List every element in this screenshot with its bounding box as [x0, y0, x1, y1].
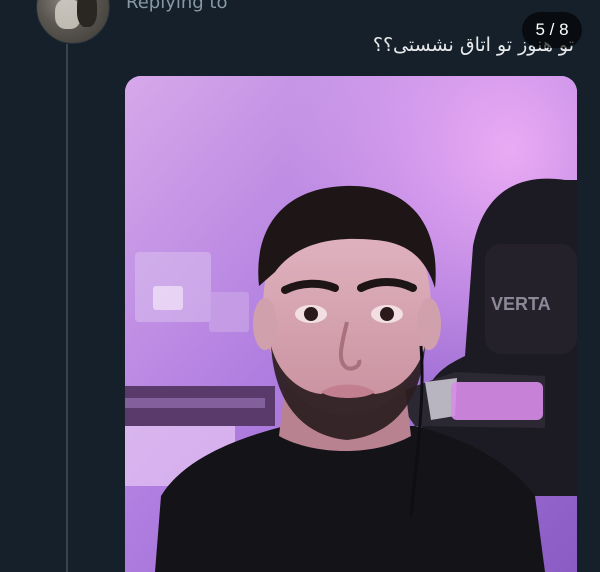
photo-illustration: VERTA	[125, 76, 577, 572]
replying-to-label: Replying to	[126, 0, 228, 13]
tweet-media-photo[interactable]: VERTA	[125, 76, 577, 572]
media-counter-badge: 5 / 8	[522, 12, 582, 48]
thread-connector-line	[66, 44, 68, 572]
tweet-thread-view: Replying to تو هنوز تو اتاق نشستی؟؟ VERT…	[0, 0, 600, 572]
chair-brand-text: VERTA	[491, 294, 551, 314]
avatar-photo-shadow	[77, 0, 97, 27]
user-avatar[interactable]	[36, 0, 110, 44]
